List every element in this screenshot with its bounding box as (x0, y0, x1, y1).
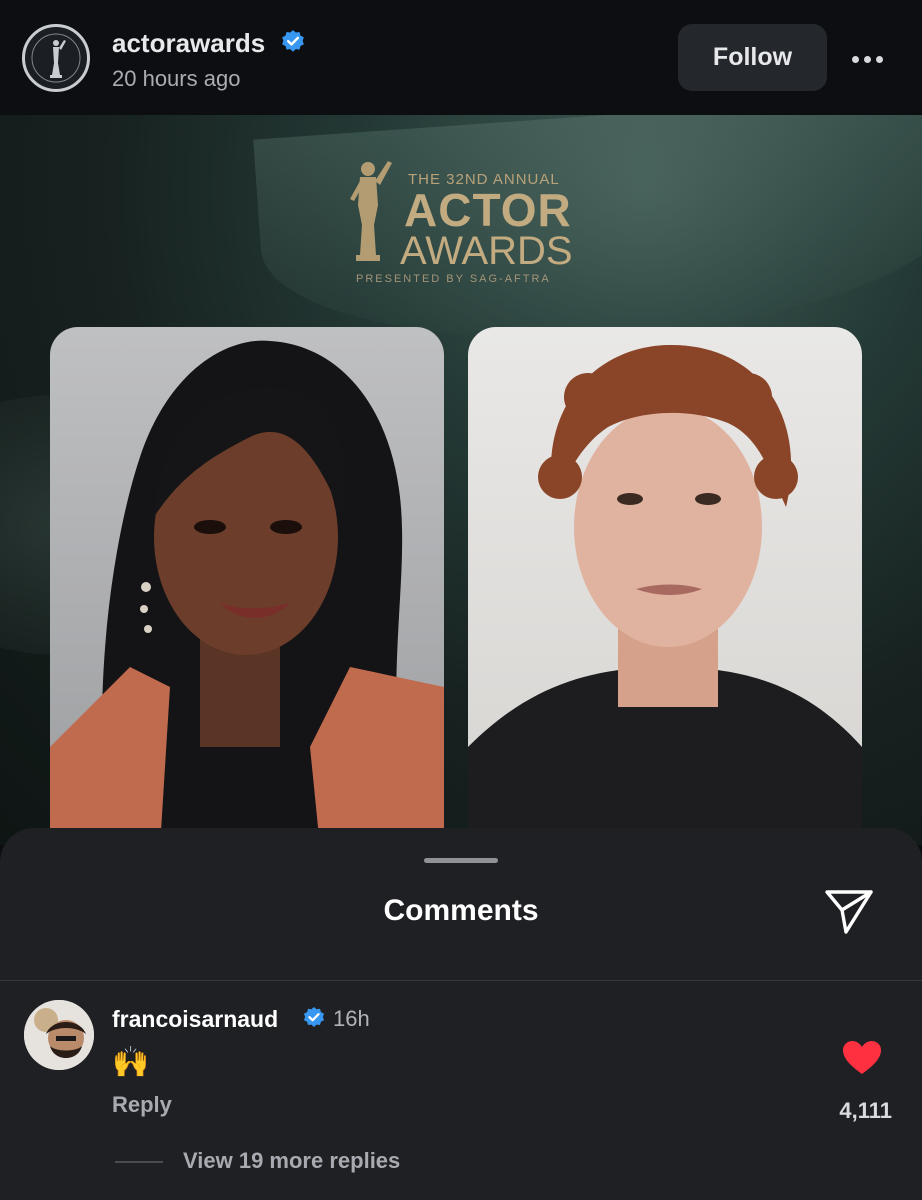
verified-badge-icon (304, 1007, 324, 1027)
actor-statuette-icon (350, 161, 392, 261)
follow-button[interactable]: Follow (678, 24, 827, 91)
account-avatar[interactable] (22, 24, 90, 92)
man-portrait-illustration (468, 344, 862, 845)
commenter-username[interactable]: francoisarnaud (112, 1006, 278, 1033)
verified-badge-icon (282, 30, 305, 52)
reply-button[interactable]: Reply (112, 1092, 172, 1118)
post-header: actorawards 20 hours ago Follow (0, 0, 922, 115)
heart-icon[interactable] (842, 1040, 882, 1076)
logo-line-3: AWARDS (400, 229, 573, 273)
sheet-grabber-handle[interactable] (424, 858, 498, 863)
portrait-photo-left (50, 327, 444, 845)
post-image[interactable]: THE 32ND ANNUAL ACTOR AWARDS PRESENTED B… (0, 115, 922, 845)
portrait-photo-right (468, 327, 862, 845)
logo-line-4: PRESENTED BY SAG-AFTRA (356, 273, 551, 285)
comment-time: 16h (333, 1006, 370, 1031)
view-more-replies-button[interactable]: View 19 more replies (183, 1148, 400, 1174)
actor-awards-logo: THE 32ND ANNUAL ACTOR AWARDS PRESENTED B… (346, 153, 586, 293)
like-count: 4,111 (839, 1098, 892, 1123)
replies-divider-line (115, 1161, 163, 1163)
comments-sheet[interactable]: Comments francoisarnaud 16h 🙌 Reply 4,11… (0, 828, 922, 1200)
comments-title: Comments (383, 894, 539, 927)
send-icon[interactable] (822, 886, 876, 936)
statuette-icon (29, 31, 83, 85)
post-time: 20 hours ago (112, 66, 241, 91)
woman-portrait-illustration (50, 340, 444, 845)
comment-text: 🙌 (112, 1046, 150, 1079)
commenter-avatar[interactable] (24, 1000, 94, 1070)
username-text[interactable]: actorawards (112, 28, 265, 58)
more-options-icon[interactable] (852, 50, 898, 64)
sheet-divider (0, 980, 922, 981)
post-username[interactable]: actorawards (112, 28, 306, 59)
commenter-avatar-image (24, 1000, 94, 1070)
